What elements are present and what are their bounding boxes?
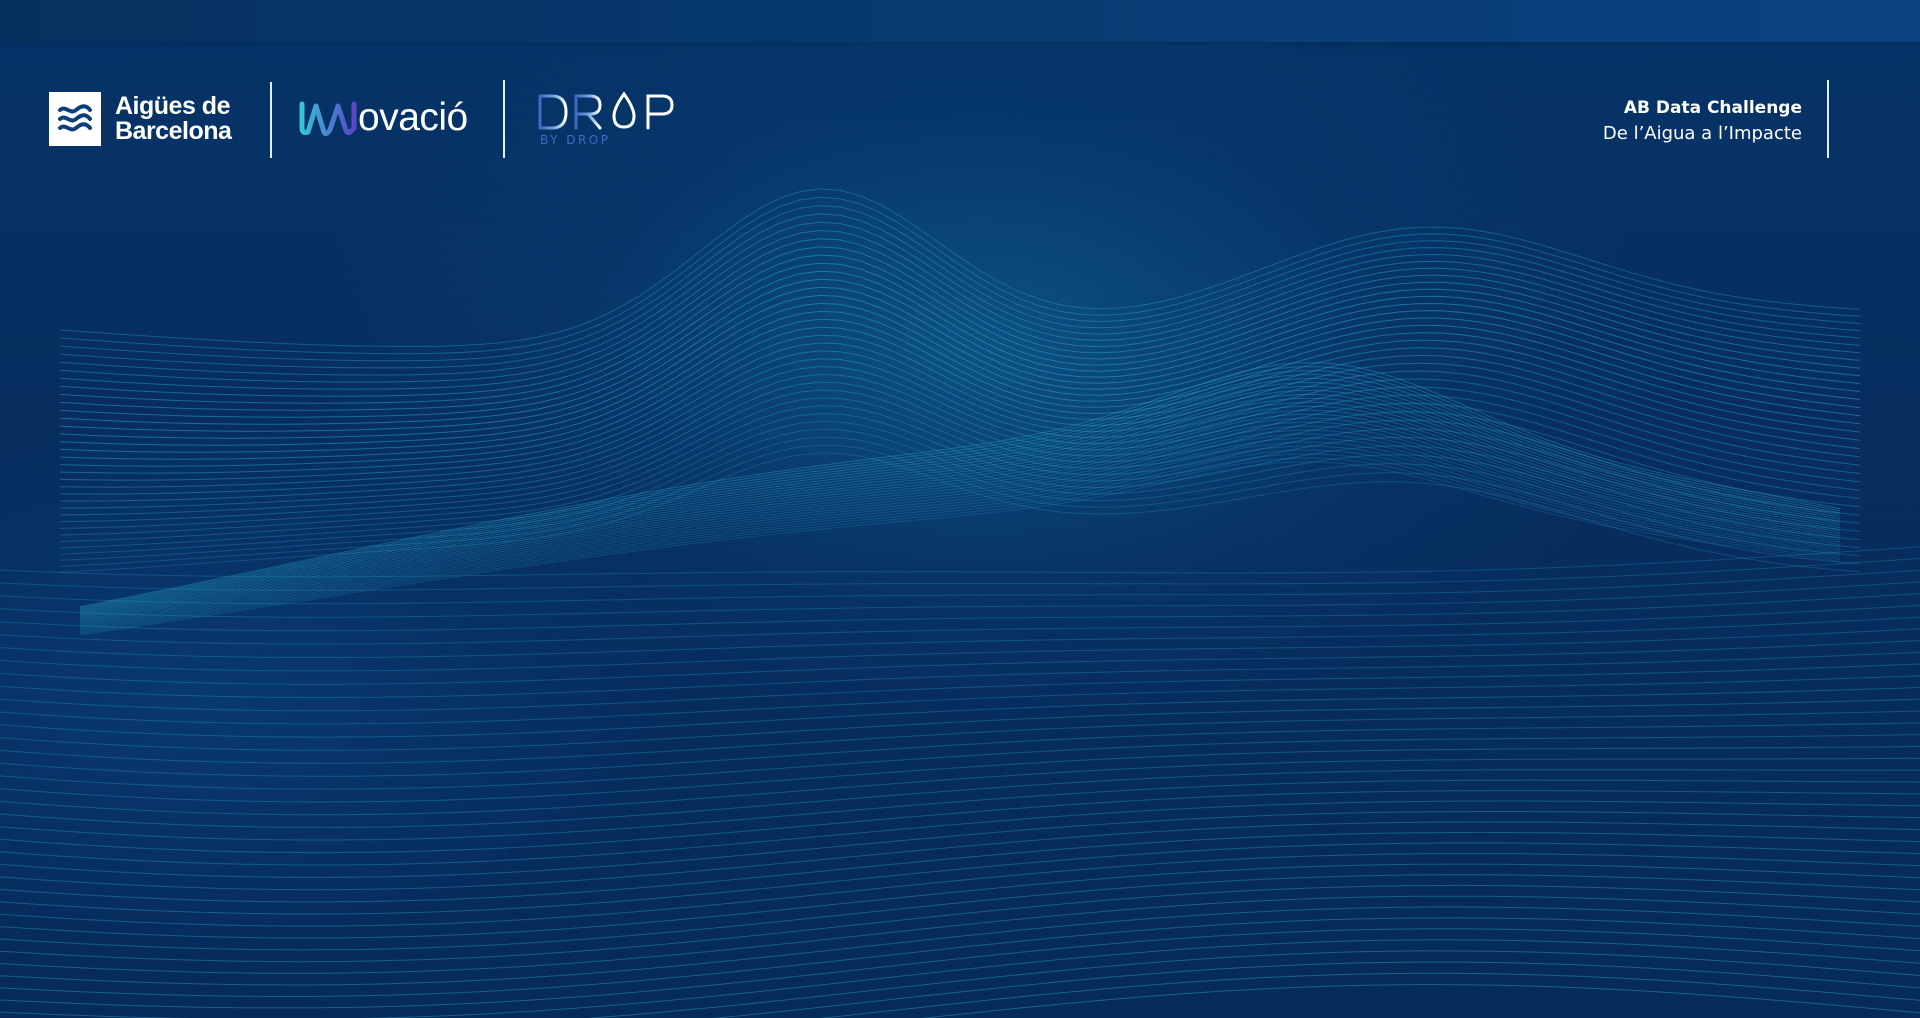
title-slide: Aigües de Barcelona ovació BY DROP AB Da… (0, 0, 1920, 1018)
wave-line (79, 362, 1841, 608)
wave-line (0, 842, 1920, 915)
wave-line (0, 745, 1920, 803)
header: Aigües de Barcelona ovació BY DROP AB Da… (0, 80, 1920, 160)
wave-line (0, 769, 1920, 828)
wave-line (819, 972, 1920, 1018)
wave-line (0, 651, 1920, 698)
wave-line (79, 457, 1841, 635)
challenge-title: AB Data Challenge (1623, 98, 1802, 118)
innovacio-logo: ovació (298, 96, 468, 140)
brand-name-line-2: Barcelona (115, 117, 232, 145)
wave-line (79, 370, 1841, 610)
brand-name: Aigües de Barcelona (115, 92, 232, 145)
brand-name-line-1: Aigües de (115, 92, 230, 120)
logo-divider (503, 80, 505, 158)
wave-line (0, 734, 1920, 790)
wave-line (0, 874, 1920, 951)
wave-line (0, 698, 1920, 751)
header-right-divider (1827, 80, 1829, 158)
innovation-mark-icon (299, 101, 357, 137)
logo-divider (270, 82, 272, 158)
wave-line (59, 221, 1861, 376)
wave-line (59, 188, 1861, 348)
wave-line (59, 196, 1861, 355)
wave-mark-icon (49, 92, 101, 146)
wave-line (0, 757, 1920, 816)
wave-line (0, 604, 1920, 645)
innovacio-wordmark: ovació (358, 96, 468, 139)
wave-line (0, 722, 1920, 777)
wave-line (0, 616, 1920, 658)
wave-line (0, 863, 1920, 939)
challenge-subtitle: De l’Aigua a l’Impacte (1602, 123, 1802, 144)
wave-line (59, 205, 1861, 362)
wave-line (59, 262, 1861, 411)
wave-line (0, 790, 1920, 854)
wave-line (920, 984, 1920, 1018)
wave-line (59, 229, 1861, 383)
aigues-de-barcelona-logo: Aigües de Barcelona (49, 92, 232, 146)
wave-line (0, 687, 1920, 738)
drop-logo-icon (538, 91, 674, 130)
drop-by-drop-logo: BY DROP (536, 90, 686, 156)
wave-line (79, 433, 1841, 628)
drop-tagline: BY DROP (540, 133, 611, 147)
wave-line (0, 593, 1920, 632)
challenge-title-block: AB Data Challenge De l’Aigua a l’Impacte (1603, 96, 1802, 146)
